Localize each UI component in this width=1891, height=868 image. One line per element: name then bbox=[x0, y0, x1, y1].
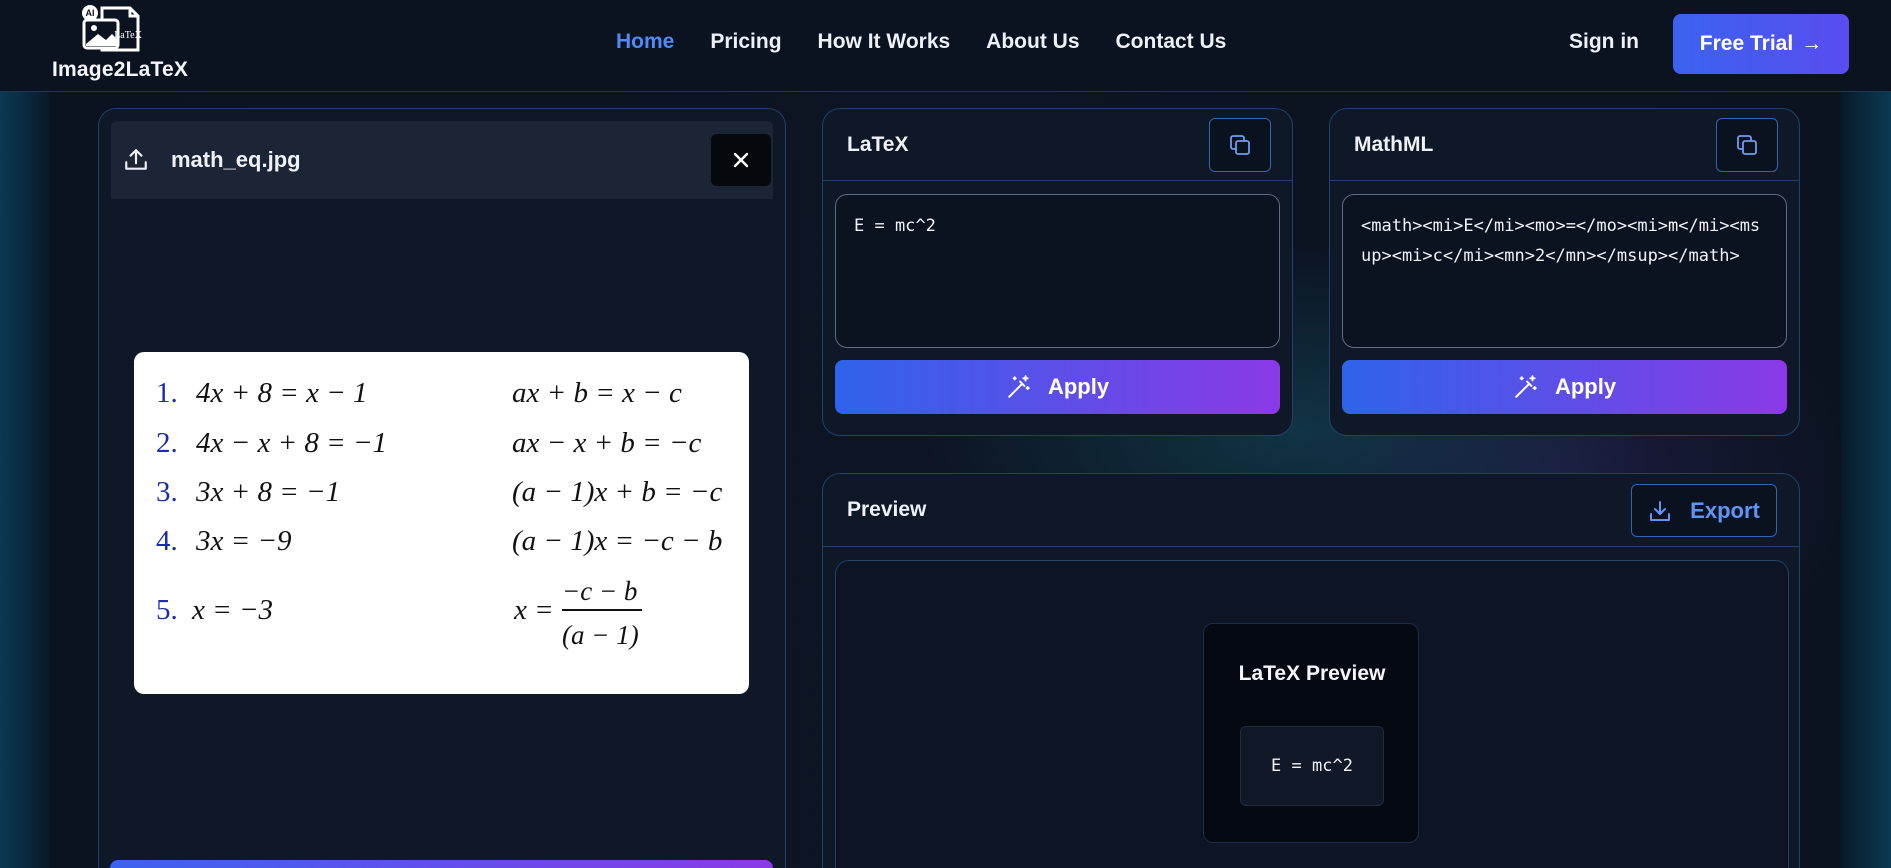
nav-pricing[interactable]: Pricing bbox=[710, 30, 781, 58]
preview-card-title: LaTeX Preview bbox=[1238, 662, 1386, 685]
magic-wand-icon bbox=[1008, 375, 1030, 398]
arrow-right-icon: → bbox=[1801, 32, 1823, 55]
latex-preview-card: LaTeX Preview E = mc^2 bbox=[1203, 623, 1419, 843]
equation-row: 4. 3x = −9 (a − 1)x = −c − b bbox=[156, 525, 722, 557]
preview-panel-header: Preview Export bbox=[823, 474, 1799, 547]
copy-mathml-button[interactable] bbox=[1716, 118, 1778, 172]
logo[interactable]: AI LaTeX Image2LaTeX bbox=[52, 4, 189, 84]
copy-icon bbox=[1737, 135, 1757, 155]
download-icon bbox=[1650, 500, 1671, 521]
svg-text:(a − 1)x = −c − b: (a − 1)x = −c − b bbox=[512, 525, 722, 557]
nav-how-it-works[interactable]: How It Works bbox=[818, 30, 951, 58]
apply-mathml-button[interactable]: Apply bbox=[1342, 360, 1787, 414]
svg-text:4x + 8 = x − 1: 4x + 8 = x − 1 bbox=[196, 377, 367, 409]
mathml-panel-header: MathML bbox=[1330, 109, 1799, 181]
latex-panel: LaTeX E = mc^2 Apply bbox=[822, 108, 1293, 436]
svg-text:2.: 2. bbox=[156, 427, 178, 459]
main-nav: Home Pricing How It Works About Us Conta… bbox=[616, 30, 1226, 58]
mathml-panel: MathML <math><mi>E</mi><mo>=</mo><mi>m</… bbox=[1329, 108, 1800, 436]
logo-text: Image2LaTeX bbox=[52, 58, 189, 81]
preview-formula: E = mc^2 bbox=[1240, 726, 1384, 806]
apply-latex-button[interactable]: Apply bbox=[835, 360, 1280, 414]
top-navbar: AI LaTeX Image2LaTeX Home Pricing How It… bbox=[0, 0, 1891, 92]
svg-text:4.: 4. bbox=[156, 525, 178, 557]
mathml-title: MathML bbox=[1354, 133, 1434, 156]
svg-text:ax − x + b = −c: ax − x + b = −c bbox=[512, 427, 702, 459]
equation-row: 2. 4x − x + 8 = −1 ax − x + b = −c bbox=[156, 427, 702, 459]
svg-text:x = −3: x = −3 bbox=[191, 594, 273, 626]
preview-panel: Preview Export LaTeX Preview E = mc^2 bbox=[822, 473, 1800, 868]
nav-home[interactable]: Home bbox=[616, 30, 674, 58]
close-icon bbox=[733, 152, 749, 168]
file-name: math_eq.jpg bbox=[171, 147, 301, 172]
apply-label: Apply bbox=[1554, 374, 1617, 399]
svg-text:3x + 8 = −1: 3x + 8 = −1 bbox=[195, 476, 340, 508]
svg-text:3.: 3. bbox=[156, 476, 178, 508]
latex-code-field[interactable]: E = mc^2 bbox=[835, 194, 1280, 348]
svg-text:3x = −9: 3x = −9 bbox=[195, 525, 292, 557]
svg-text:(a − 1)x + b = −c: (a − 1)x + b = −c bbox=[512, 476, 722, 508]
equation-row: 1. 4x + 8 = x − 1 ax + b = x − c bbox=[156, 377, 682, 409]
equation-row: 5. x = −3 x = −c − b (a − 1) bbox=[156, 576, 642, 650]
nav-contact-us[interactable]: Contact Us bbox=[1116, 30, 1227, 58]
svg-text:x =: x = bbox=[513, 594, 554, 626]
preview-area: LaTeX Preview E = mc^2 bbox=[835, 560, 1789, 868]
logo-icon: AI LaTeX bbox=[82, 5, 143, 52]
svg-text:LaTeX: LaTeX bbox=[114, 30, 142, 41]
uploaded-image: 1. 4x + 8 = x − 1 ax + b = x − c 2. 4x −… bbox=[134, 352, 749, 694]
remove-file-button[interactable] bbox=[711, 134, 771, 186]
copy-icon bbox=[1230, 135, 1250, 155]
svg-text:(a − 1): (a − 1) bbox=[562, 620, 639, 650]
free-trial-label: Free Trial bbox=[1699, 32, 1794, 55]
sign-in-link[interactable]: Sign in bbox=[1569, 30, 1639, 54]
svg-text:ax + b = x − c: ax + b = x − c bbox=[512, 377, 682, 409]
export-label: Export bbox=[1690, 497, 1760, 523]
svg-text:4x − x + 8 = −1: 4x − x + 8 = −1 bbox=[196, 427, 387, 459]
svg-text:AI: AI bbox=[86, 8, 95, 18]
file-bar: math_eq.jpg bbox=[111, 121, 773, 199]
magic-wand-icon bbox=[1515, 375, 1537, 398]
equation-row: 3. 3x + 8 = −1 (a − 1)x + b = −c bbox=[156, 476, 722, 508]
svg-text:−c − b: −c − b bbox=[562, 576, 637, 606]
latex-title: LaTeX bbox=[847, 133, 909, 156]
svg-text:1.: 1. bbox=[156, 377, 178, 409]
preview-title: Preview bbox=[847, 498, 927, 521]
copy-latex-button[interactable] bbox=[1209, 118, 1271, 172]
latex-panel-header: LaTeX bbox=[823, 109, 1292, 181]
upload-icon bbox=[125, 149, 147, 170]
svg-text:5.: 5. bbox=[156, 594, 178, 626]
free-trial-button[interactable]: Free Trial → bbox=[1673, 14, 1849, 74]
export-button[interactable]: Export bbox=[1631, 484, 1777, 537]
nav-about-us[interactable]: About Us bbox=[986, 30, 1079, 58]
mathml-code-field[interactable]: <math><mi>E</mi><mo>=</mo><mi>m</mi><msu… bbox=[1342, 194, 1787, 348]
equation-image: 1. 4x + 8 = x − 1 ax + b = x − c 2. 4x −… bbox=[156, 377, 722, 650]
apply-label: Apply bbox=[1047, 374, 1110, 399]
convert-button[interactable] bbox=[110, 860, 773, 868]
